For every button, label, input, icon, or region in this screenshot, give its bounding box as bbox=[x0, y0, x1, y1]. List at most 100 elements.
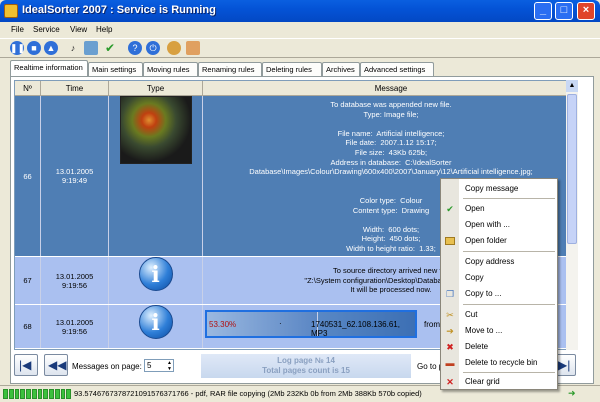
from-label: from bbox=[424, 320, 440, 329]
header-message[interactable]: Message bbox=[203, 81, 577, 96]
power-icon[interactable]: ⏻ bbox=[146, 41, 160, 55]
row-clock: 9:19:56 bbox=[61, 280, 88, 290]
row-number: 68 bbox=[15, 305, 41, 348]
row-number: 67 bbox=[15, 257, 41, 304]
menu-open-with[interactable]: Open with ... bbox=[441, 217, 557, 233]
tab-advanced-settings[interactable]: Advanced settings bbox=[360, 62, 434, 76]
menu-cut[interactable]: ✂ Cut bbox=[441, 307, 557, 323]
row-type: i bbox=[109, 305, 203, 348]
toolbar: ❚❚ ■ ▲ ♪ ✔ ? ⏻ bbox=[0, 38, 600, 58]
status-progress-block bbox=[14, 389, 20, 399]
image-icon[interactable] bbox=[84, 41, 98, 55]
clear-icon: ✕ bbox=[446, 377, 454, 387]
delete-icon: ✖ bbox=[446, 342, 454, 352]
spinner-icon[interactable]: ▲ ▼ bbox=[167, 360, 172, 372]
close-button[interactable]: × bbox=[577, 2, 595, 20]
menu-move-to[interactable]: ➔ Move to ... bbox=[441, 323, 557, 339]
menu-delete-to-recycle-bin[interactable]: ▬ Delete to recycle bin bbox=[441, 355, 557, 371]
menu-separator bbox=[463, 372, 555, 373]
checkmark-icon[interactable]: ✔ bbox=[103, 41, 117, 55]
users-icon[interactable] bbox=[167, 41, 181, 55]
settings-icon[interactable] bbox=[186, 41, 200, 55]
menu-open-folder[interactable]: Open folder bbox=[441, 233, 557, 249]
menu-help[interactable]: Help bbox=[96, 25, 112, 34]
music-icon[interactable]: ♪ bbox=[66, 41, 80, 55]
header-time[interactable]: Time bbox=[41, 81, 109, 96]
header-number[interactable]: Nº bbox=[15, 81, 41, 96]
status-progress-block bbox=[8, 389, 14, 399]
stop-icon[interactable]: ■ bbox=[27, 41, 41, 55]
row-time: 13.01.2005 9:19:56 bbox=[41, 257, 109, 304]
status-progress-block bbox=[31, 389, 37, 399]
pause-icon[interactable]: ❚❚ bbox=[10, 41, 25, 55]
vertical-scrollbar[interactable]: ▲ bbox=[566, 80, 578, 350]
status-progress-block bbox=[26, 389, 31, 399]
menu-separator bbox=[463, 304, 555, 305]
tab-moving-rules[interactable]: Moving rules bbox=[143, 62, 198, 76]
menu-copy-to[interactable]: ❐ Copy to ... bbox=[441, 286, 557, 302]
menu-open[interactable]: ✔ Open bbox=[441, 201, 557, 217]
menu-bar: File Service View Help bbox=[0, 22, 600, 38]
move-icon: ➔ bbox=[446, 326, 454, 336]
status-text: 93.5746767378721091576371766 - pdf, RAR … bbox=[74, 389, 422, 398]
messages-label: Messages on page: bbox=[72, 362, 142, 371]
menu-service[interactable]: Service bbox=[33, 25, 60, 34]
menu-clear-grid[interactable]: ✕ Clear grid bbox=[441, 374, 557, 390]
first-page-icon: |◀ bbox=[19, 358, 32, 372]
row-date: 13.01.2005 bbox=[55, 317, 94, 327]
info-icon: i bbox=[138, 257, 173, 291]
total-pages: Total pages count is 15 bbox=[262, 366, 350, 375]
progress-bar: 53.30% · 1740531_62.108.136.61, MP3 bbox=[205, 310, 417, 338]
first-page-button[interactable]: |◀ bbox=[14, 354, 38, 376]
menu-file[interactable]: File bbox=[11, 25, 24, 34]
menu-separator bbox=[463, 198, 555, 199]
minimize-button[interactable]: _ bbox=[534, 2, 552, 20]
log-page-number: Log page № 14 bbox=[277, 356, 335, 365]
tab-renaming-rules[interactable]: Renaming rules bbox=[198, 62, 262, 76]
row-time: 13.01.2005 9:19:56 bbox=[41, 305, 109, 348]
menu-delete[interactable]: ✖ Delete bbox=[441, 339, 557, 355]
progress-text: 1740531_62.108.136.61, MP3 bbox=[311, 320, 400, 338]
messages-per-page-input[interactable]: 5 ▲ ▼ bbox=[144, 359, 174, 372]
header-type[interactable]: Type bbox=[109, 81, 203, 96]
status-progress-block bbox=[60, 389, 66, 399]
tab-deleting-rules[interactable]: Deleting rules bbox=[262, 62, 322, 76]
progress-dot: · bbox=[279, 319, 282, 328]
row-time: 13.01.2005 9:19:49 bbox=[41, 96, 109, 256]
grid-header: Nº Time Type Message bbox=[15, 81, 577, 96]
app-icon bbox=[4, 4, 18, 18]
scroll-up-arrow[interactable]: ▲ bbox=[566, 80, 578, 92]
tab-archives[interactable]: Archives bbox=[322, 62, 360, 76]
last-page-icon: ▶| bbox=[558, 358, 571, 372]
previous-page-button[interactable]: ◀◀ bbox=[44, 354, 68, 376]
status-progress-blocks bbox=[3, 389, 71, 399]
menu-copy-message[interactable]: Copy message bbox=[441, 181, 557, 197]
eject-icon[interactable]: ▲ bbox=[44, 41, 58, 55]
info-icon: i bbox=[138, 305, 173, 339]
status-progress-block bbox=[66, 389, 71, 399]
row-number: 66 bbox=[15, 96, 41, 256]
status-progress-block bbox=[20, 389, 25, 399]
row-type bbox=[109, 96, 203, 256]
row-clock: 9:19:49 bbox=[61, 176, 88, 185]
recycle-bin-icon: ▬ bbox=[445, 358, 455, 368]
menu-copy[interactable]: Copy bbox=[441, 270, 557, 286]
menu-copy-address[interactable]: Copy address bbox=[441, 254, 557, 270]
tab-realtime-information[interactable]: Realtime information bbox=[10, 60, 88, 76]
rewind-icon: ◀◀ bbox=[48, 358, 67, 372]
status-progress-block bbox=[43, 389, 48, 399]
folder-icon bbox=[445, 237, 455, 245]
messages-per-page-value: 5 bbox=[147, 361, 152, 370]
menu-view[interactable]: View bbox=[70, 25, 87, 34]
tab-main-settings[interactable]: Main settings bbox=[88, 62, 143, 76]
help-icon[interactable]: ? bbox=[128, 41, 142, 55]
title-bar: IdealSorter 2007 : Service is Running _ … bbox=[0, 0, 600, 22]
menu-separator bbox=[463, 251, 555, 252]
status-progress-block bbox=[49, 389, 54, 399]
scroll-thumb[interactable] bbox=[567, 94, 577, 244]
row-date: 13.01.2005 bbox=[55, 271, 94, 281]
maximize-button[interactable]: □ bbox=[555, 2, 573, 20]
window-title: IdealSorter 2007 : Service is Running bbox=[22, 4, 216, 16]
status-progress-block bbox=[3, 389, 8, 399]
progress-percent: 53.30% bbox=[209, 320, 237, 329]
